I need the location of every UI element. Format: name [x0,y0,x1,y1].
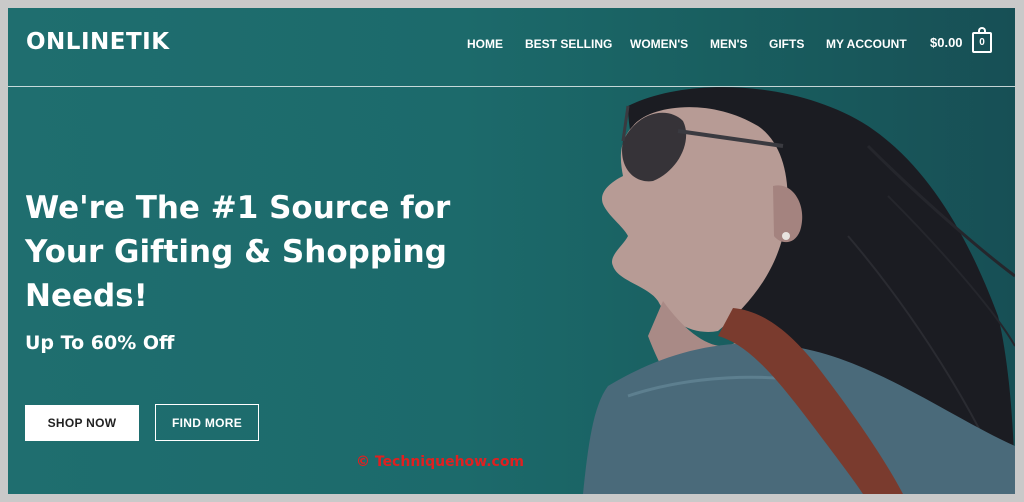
cart-count: 0 [979,37,985,48]
cart-total[interactable]: $0.00 [930,35,963,50]
nav-item-mens[interactable]: MEN'S [710,37,748,51]
hero-subheadline: Up To 60% Off [25,332,175,354]
nav-item-best-selling[interactable]: BEST SELLING [525,37,612,51]
site-header: ONLINETIK HOME BEST SELLING WOMEN'S MEN'… [8,8,1015,87]
page-frame: ONLINETIK HOME BEST SELLING WOMEN'S MEN'… [8,8,1015,494]
watermark-text: © Techniquehow.com [356,454,525,470]
shopping-bag-icon[interactable]: 0 [972,27,992,53]
nav-item-home[interactable]: HOME [467,37,503,51]
nav-item-gifts[interactable]: GIFTS [769,37,804,51]
hero-headline: We're The #1 Source for Your Gifting & S… [25,190,451,314]
nav-item-my-account[interactable]: MY ACCOUNT [826,37,907,51]
site-logo[interactable]: ONLINETIK [26,29,170,55]
woman-in-sunglasses-photo [583,87,1015,494]
hero-text: We're The #1 Source for Your Gifting & S… [25,186,455,354]
shop-now-button[interactable]: SHOP NOW [25,405,139,441]
find-more-button[interactable]: FIND MORE [155,404,259,441]
nav-item-womens[interactable]: WOMEN'S [630,37,688,51]
